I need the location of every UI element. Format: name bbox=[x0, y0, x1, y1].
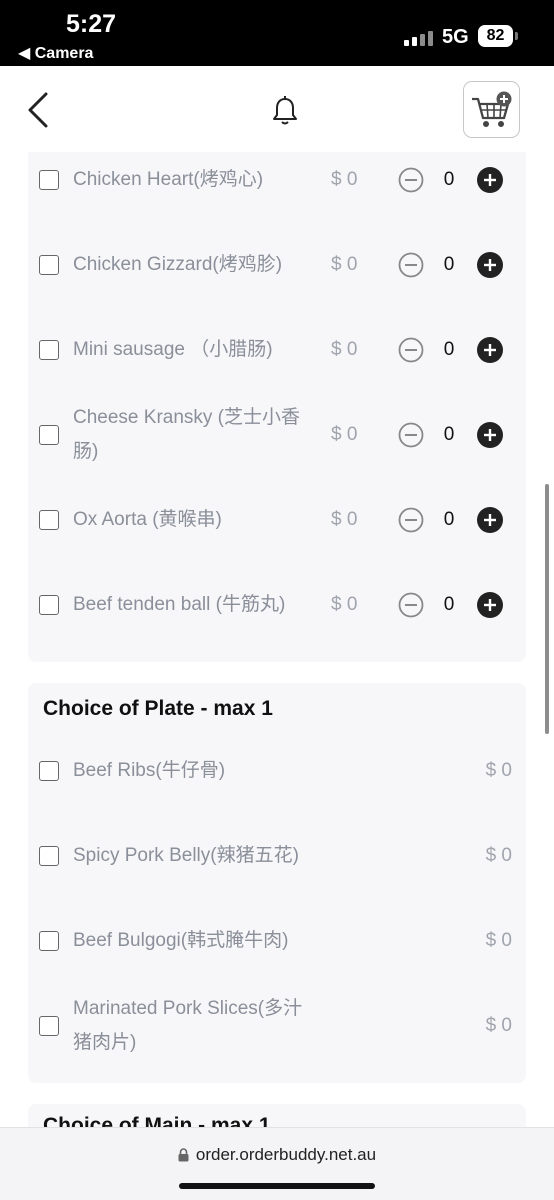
list-item: Cheese Kransky (芝士小香肠) $ 0 0 bbox=[28, 392, 526, 477]
plate-options-card: Choice of Plate - max 1 Beef Ribs(牛仔骨) $ … bbox=[28, 683, 526, 1083]
item-name: Cheese Kransky (芝士小香肠) bbox=[73, 406, 301, 462]
item-name: Spicy Pork Belly(辣猪五花) bbox=[73, 844, 299, 866]
item-checkbox[interactable] bbox=[39, 1015, 59, 1036]
list-item: Mini sausage （小腊肠) $ 0 0 bbox=[28, 307, 526, 392]
item-price: $ 0 bbox=[331, 253, 358, 275]
signal-icon bbox=[404, 30, 434, 46]
item-name: Ox Aorta (黄喉串) bbox=[73, 508, 222, 530]
decrease-quantity-button[interactable] bbox=[398, 167, 424, 193]
notifications-button[interactable] bbox=[268, 94, 302, 128]
home-indicator bbox=[179, 1183, 375, 1189]
quantity-value: 0 bbox=[443, 338, 455, 360]
decrease-quantity-button[interactable] bbox=[398, 507, 424, 533]
decrease-quantity-button[interactable] bbox=[398, 337, 424, 363]
back-button[interactable] bbox=[20, 88, 60, 132]
item-checkbox[interactable] bbox=[39, 930, 59, 951]
item-checkbox[interactable] bbox=[39, 339, 59, 360]
url-display[interactable]: order.orderbuddy.net.au bbox=[0, 1145, 554, 1165]
item-name: Chicken Heart(烤鸡心) bbox=[73, 168, 264, 190]
item-name: Beef Ribs(牛仔骨) bbox=[73, 759, 226, 781]
menu-content[interactable]: Chicken Heart(烤鸡心) $ 0 0 Chicken Gizzard(烤鸡… bbox=[0, 152, 554, 1127]
minus-circle-icon bbox=[398, 252, 424, 277]
increase-quantity-button[interactable] bbox=[477, 421, 503, 448]
battery-icon: 82 bbox=[478, 25, 513, 47]
list-item: Chicken Heart(烤鸡心) $ 0 0 bbox=[28, 152, 526, 222]
plus-circle-icon bbox=[477, 506, 503, 533]
plate-section-title: Choice of Plate - max 1 bbox=[43, 697, 273, 720]
list-item: Beef tenden ball (牛筋丸) $ 0 0 bbox=[28, 562, 526, 647]
minus-circle-icon bbox=[398, 592, 424, 617]
status-bar: 5:27 ◀ Camera 5G 82 bbox=[0, 0, 554, 66]
cart-add-icon bbox=[472, 91, 512, 127]
item-checkbox[interactable] bbox=[39, 169, 59, 190]
browser-url-bar[interactable]: order.orderbuddy.net.au bbox=[0, 1127, 554, 1200]
list-item: Beef Ribs(牛仔骨) $ 0 bbox=[28, 728, 526, 813]
url-text: order.orderbuddy.net.au bbox=[195, 1145, 377, 1164]
item-price: $ 0 bbox=[331, 593, 358, 615]
plus-circle-icon bbox=[477, 336, 503, 363]
bell-icon bbox=[273, 96, 297, 125]
quantity-value: 0 bbox=[443, 508, 455, 530]
plus-circle-icon bbox=[477, 591, 503, 618]
item-price: $ 0 bbox=[331, 168, 358, 190]
minus-circle-icon bbox=[398, 422, 424, 447]
lock-icon bbox=[178, 1148, 189, 1162]
increase-quantity-button[interactable] bbox=[477, 166, 503, 193]
minus-circle-icon bbox=[398, 337, 424, 362]
item-checkbox[interactable] bbox=[39, 845, 59, 866]
item-price: $ 0 bbox=[331, 338, 358, 360]
item-name: Beef Bulgogi(韩式腌牛肉) bbox=[73, 929, 289, 951]
main-options-card: Choice of Main - max 1 bbox=[28, 1104, 526, 1127]
plus-circle-icon bbox=[477, 166, 503, 193]
list-item: Beef Bulgogi(韩式腌牛肉) $ 0 bbox=[28, 898, 526, 983]
increase-quantity-button[interactable] bbox=[477, 506, 503, 533]
increase-quantity-button[interactable] bbox=[477, 336, 503, 363]
list-item: Marinated Pork Slices(多汁猪肉片) $ 0 bbox=[28, 983, 526, 1068]
item-checkbox[interactable] bbox=[39, 760, 59, 781]
item-name: Mini sausage （小腊肠) bbox=[73, 338, 273, 360]
network-type: 5G bbox=[442, 26, 469, 48]
status-time: 5:27 bbox=[66, 10, 117, 38]
top-nav bbox=[0, 66, 554, 152]
decrease-quantity-button[interactable] bbox=[398, 252, 424, 278]
item-price: $ 0 bbox=[331, 508, 358, 530]
item-checkbox[interactable] bbox=[39, 509, 59, 530]
quantity-value: 0 bbox=[443, 168, 455, 190]
quantity-value: 0 bbox=[443, 423, 455, 445]
item-price: $ 0 bbox=[485, 1014, 512, 1036]
item-price: $ 0 bbox=[331, 423, 358, 445]
skewer-options-card: Chicken Heart(烤鸡心) $ 0 0 Chicken Gizzard(烤鸡… bbox=[28, 152, 526, 662]
back-to-app-link[interactable]: ◀ Camera bbox=[18, 43, 93, 63]
decrease-quantity-button[interactable] bbox=[398, 422, 424, 448]
scrollbar[interactable] bbox=[545, 484, 549, 734]
increase-quantity-button[interactable] bbox=[477, 591, 503, 618]
item-price: $ 0 bbox=[485, 929, 512, 951]
decrease-quantity-button[interactable] bbox=[398, 592, 424, 618]
list-item: Spicy Pork Belly(辣猪五花) $ 0 bbox=[28, 813, 526, 898]
item-checkbox[interactable] bbox=[39, 594, 59, 615]
item-price: $ 0 bbox=[485, 759, 512, 781]
increase-quantity-button[interactable] bbox=[477, 251, 503, 278]
item-name: Chicken Gizzard(烤鸡胗) bbox=[73, 253, 283, 275]
item-checkbox[interactable] bbox=[39, 424, 59, 445]
item-checkbox[interactable] bbox=[39, 254, 59, 275]
list-item: Ox Aorta (黄喉串) $ 0 0 bbox=[28, 477, 526, 562]
quantity-value: 0 bbox=[443, 253, 455, 275]
item-name: Beef tenden ball (牛筋丸) bbox=[73, 593, 286, 615]
item-name: Marinated Pork Slices(多汁猪肉片) bbox=[73, 997, 303, 1053]
minus-circle-icon bbox=[398, 507, 424, 532]
cart-button[interactable] bbox=[463, 81, 520, 138]
item-price: $ 0 bbox=[485, 844, 512, 866]
quantity-value: 0 bbox=[443, 593, 455, 615]
minus-circle-icon bbox=[398, 167, 424, 192]
plus-circle-icon bbox=[477, 421, 503, 448]
chevron-left-icon bbox=[28, 92, 48, 128]
battery-tip bbox=[515, 32, 518, 40]
plus-circle-icon bbox=[477, 251, 503, 278]
main-section-title: Choice of Main - max 1 bbox=[43, 1114, 271, 1127]
list-item: Chicken Gizzard(烤鸡胗) $ 0 0 bbox=[28, 222, 526, 307]
